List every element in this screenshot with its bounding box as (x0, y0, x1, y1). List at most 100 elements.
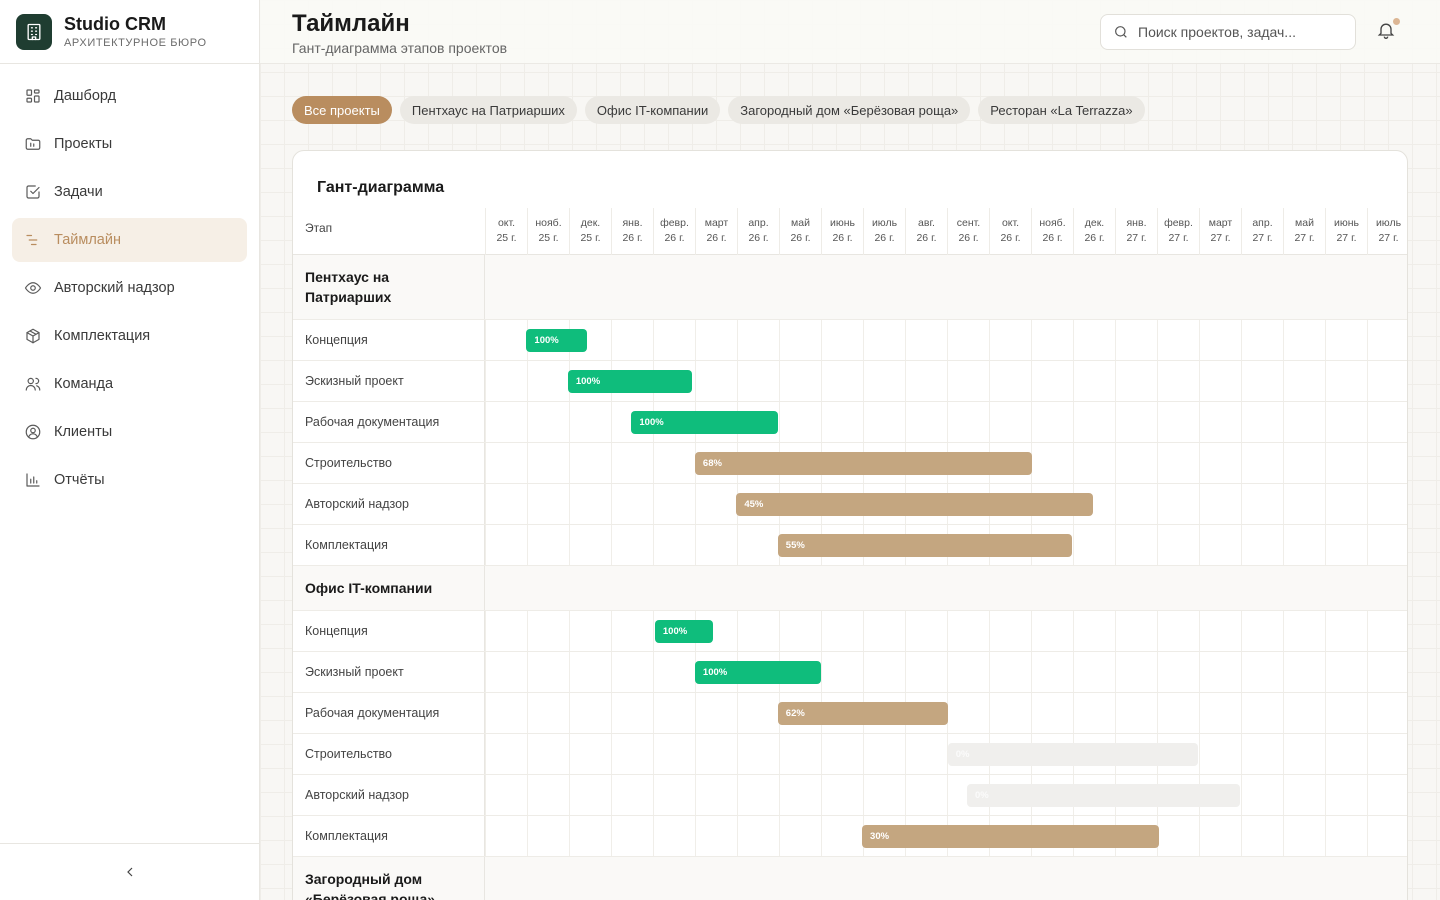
grid-line (1073, 402, 1074, 442)
task-bar[interactable]: 0% (967, 784, 1241, 807)
sidebar-item-user-circle[interactable]: Клиенты (12, 410, 247, 454)
grid-line (1283, 693, 1284, 733)
grid-line (1283, 484, 1284, 524)
grid-line (1283, 652, 1284, 692)
grid-line (1157, 693, 1158, 733)
grid-line (1073, 611, 1074, 651)
filter-chip[interactable]: Офис IT-компании (584, 96, 721, 124)
brand-name: Studio CRM (64, 14, 166, 34)
gantt-title: Гант-диаграмма (317, 179, 445, 196)
grid-line (779, 361, 780, 401)
brand: Studio CRM АРХИТЕКТУРНОЕ БЮРО (0, 0, 259, 64)
checkbox-icon (26, 185, 40, 199)
gantt-body: Пентхаус на Патриарших Концепция 100% Эскиз… (293, 255, 1407, 900)
grid-line (1199, 652, 1200, 692)
grid-line (989, 320, 990, 360)
grid-line (569, 775, 570, 815)
grid-line (569, 693, 570, 733)
grid-line (1367, 775, 1368, 815)
grid-line (611, 320, 612, 360)
grid-line (737, 734, 738, 774)
search-box[interactable] (1100, 14, 1356, 50)
sidebar-item-folder[interactable]: Проекты (12, 122, 247, 166)
grid-line (779, 775, 780, 815)
grid-line (1073, 525, 1074, 565)
sidebar-item-chart[interactable]: Отчёты (12, 458, 247, 502)
grid-line (1367, 693, 1368, 733)
task-bar[interactable]: 100% (526, 329, 588, 352)
collapse-sidebar-button[interactable] (0, 843, 259, 900)
sidebar-item-dashboard[interactable]: Дашборд (12, 74, 247, 118)
project-group-row[interactable]: Загородный дом «Берёзовая роща» (293, 857, 1407, 900)
task-bar[interactable]: 100% (567, 370, 693, 393)
project-group-row[interactable]: Пентхаус на Патриарших (293, 255, 1407, 320)
task-bar[interactable]: 55% (777, 534, 1072, 557)
grid-line (1283, 443, 1284, 483)
grid-line (1325, 484, 1326, 524)
sidebar-item-package[interactable]: Комплектация (12, 314, 247, 358)
grid-line (695, 525, 696, 565)
grid-line (947, 775, 948, 815)
task-bar[interactable]: 0% (947, 743, 1198, 766)
sidebar-item-timeline[interactable]: Таймлайн (12, 218, 247, 262)
task-bar[interactable]: 100% (631, 411, 778, 434)
task-label: Комплектация (293, 816, 485, 856)
grid-line (737, 361, 738, 401)
grid-line (1157, 443, 1158, 483)
task-bar[interactable]: 100% (694, 661, 821, 684)
grid-line (695, 484, 696, 524)
grid-line (527, 361, 528, 401)
task-row: Рабочая документация 62% (293, 693, 1407, 734)
sidebar-item-checkbox[interactable]: Задачи (12, 170, 247, 214)
grid-line (485, 611, 486, 651)
grid-line (1199, 611, 1200, 651)
month-header: февр. 27 г. (1157, 208, 1199, 255)
grid-line (1115, 611, 1116, 651)
grid-line (611, 734, 612, 774)
project-group-row[interactable]: Офис IT-компании (293, 566, 1407, 611)
filter-chip[interactable]: Ресторан «La Terrazza» (978, 96, 1145, 124)
grid-line (1241, 734, 1242, 774)
grid-line (485, 402, 486, 442)
grid-line (1241, 484, 1242, 524)
sidebar-item-label: Таймлайн (54, 232, 121, 248)
sidebar-item-eye[interactable]: Авторский надзор (12, 266, 247, 310)
task-bar[interactable]: 30% (862, 825, 1159, 848)
grid-line (1241, 816, 1242, 856)
sidebar-item-users[interactable]: Команда (12, 362, 247, 406)
notifications-button[interactable] (1376, 18, 1400, 44)
grid-line (1199, 402, 1200, 442)
grid-line (1367, 734, 1368, 774)
grid-line (527, 816, 528, 856)
timeline-icon (26, 234, 38, 246)
grid-line (905, 734, 906, 774)
filter-chip[interactable]: Загородный дом «Берёзовая роща» (728, 96, 971, 124)
task-row: Строительство 68% (293, 443, 1407, 484)
grid-line (1283, 816, 1284, 856)
task-bar[interactable]: 62% (777, 702, 948, 725)
grid-line (1325, 652, 1326, 692)
task-row: Концепция 100% (293, 320, 1407, 361)
grid-line (569, 443, 570, 483)
grid-line (821, 402, 822, 442)
grid-line (989, 652, 990, 692)
search-input[interactable] (1138, 24, 1338, 40)
grid-line (653, 611, 654, 651)
filter-chip[interactable]: Все проекты (292, 96, 392, 124)
grid-line (1157, 611, 1158, 651)
grid-line (1367, 443, 1368, 483)
grid-line (653, 816, 654, 856)
grid-line (527, 693, 528, 733)
grid-line (1367, 320, 1368, 360)
filter-chip[interactable]: Пентхаус на Патриарших (399, 96, 577, 124)
month-header: авг. 26 г. (905, 208, 947, 255)
task-bar[interactable]: 100% (654, 620, 713, 643)
task-row: Рабочая документация 100% (293, 402, 1407, 443)
grid-line (989, 611, 990, 651)
task-label: Авторский надзор (293, 775, 485, 815)
task-bar[interactable]: 68% (694, 452, 1032, 475)
month-header: нояб. 26 г. (1031, 208, 1073, 255)
grid-line (1199, 484, 1200, 524)
task-bar[interactable]: 45% (736, 493, 1093, 516)
grid-line (653, 525, 654, 565)
